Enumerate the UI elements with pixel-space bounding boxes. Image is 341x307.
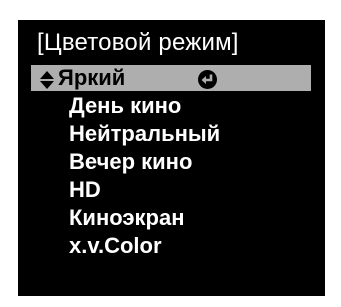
menu-item-bright[interactable]: Яркий [31,65,311,91]
menu-item-neutral[interactable]: Нейтральный [31,121,311,147]
menu-item-label: Вечер кино [69,149,193,174]
menu-item-label: Нейтральный [69,121,221,146]
color-mode-list: Яркий День кино Нейтральный Вечер кино H… [31,65,311,261]
color-mode-osd-menu: [Цветовой режим] Яркий День кино Нейтрал… [18,20,325,296]
menu-item-cinema-night[interactable]: Вечер кино [31,149,311,175]
menu-item-label: Киноэкран [69,205,185,230]
menu-item-hd[interactable]: HD [31,177,311,203]
menu-item-xvcolor[interactable]: x.v.Color [31,233,311,259]
menu-title: [Цветовой режим] [37,29,239,56]
menu-item-silver-screen[interactable]: Киноэкран [31,205,311,231]
menu-item-label: x.v.Color [69,233,162,258]
menu-item-label: HD [69,177,101,202]
menu-item-label: День кино [69,93,182,118]
menu-item-label: Яркий [58,65,126,90]
updown-arrow-icon [39,69,55,89]
enter-return-icon [198,69,217,89]
menu-item-cinema-day[interactable]: День кино [31,93,311,119]
